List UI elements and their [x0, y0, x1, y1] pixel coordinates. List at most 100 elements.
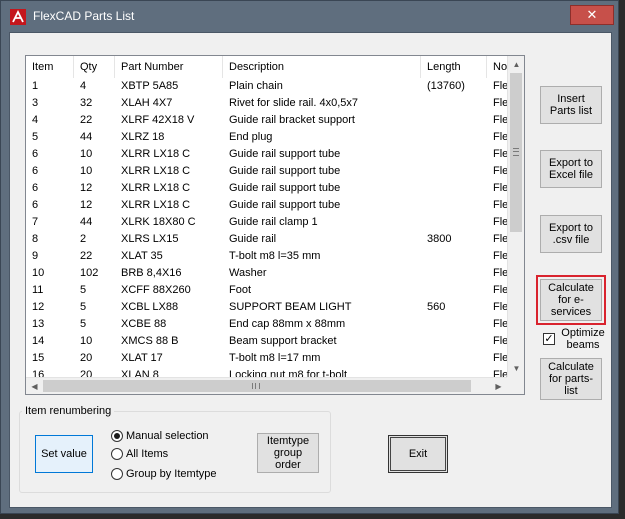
radio-all-items[interactable]: [111, 448, 123, 460]
table-row[interactable]: 14 10 XMCS 88 B Beam support bracket Fle: [26, 333, 507, 350]
table-row[interactable]: 11 5 XCFF 88X260 Foot Fle: [26, 282, 507, 299]
cell-part-number: XLRK 18X80 C: [121, 216, 196, 228]
table-row[interactable]: 4 22 XLRF 42X18 V Guide rail bracket suppor…: [26, 112, 507, 129]
table-row[interactable]: 7 44 XLRK 18X80 C Guide rail clamp 1 Fle: [26, 214, 507, 231]
column-header-description[interactable]: Description: [223, 56, 421, 78]
table-row[interactable]: 10 102 BRB 8,4X16 Washer Fle: [26, 265, 507, 282]
scroll-down-icon[interactable]: ▼: [508, 360, 524, 377]
cell-no: Fle: [493, 148, 507, 160]
list-header: Item Qty Part Number Description Length …: [26, 56, 507, 78]
cell-part-number: XCBL LX88: [121, 301, 179, 313]
optimize-beams-label: Optimize beams: [561, 327, 605, 351]
insert-parts-list-button[interactable]: Insert Parts list: [540, 86, 602, 124]
table-row[interactable]: 13 5 XCBE 88 End cap 88mm x 88mm Fle: [26, 316, 507, 333]
horizontal-scrollbar[interactable]: ◀ ▶: [26, 377, 507, 394]
scroll-up-icon[interactable]: ▲: [508, 56, 524, 73]
window-title: FlexCAD Parts List: [33, 9, 135, 23]
cell-no: Fle: [493, 250, 507, 262]
table-row[interactable]: 6 10 XLRR LX18 C Guide rail support tube Fle: [26, 163, 507, 180]
title-bar[interactable]: FlexCAD Parts List ✕: [1, 1, 618, 31]
column-header-part-number[interactable]: Part Number: [115, 56, 223, 78]
cell-length: [421, 350, 487, 367]
table-row[interactable]: 15 20 XLAT 17 T-bolt m8 l=17 mm Fle: [26, 350, 507, 367]
cell-part-number: XLRR LX18 C: [121, 148, 191, 160]
itemtype-group-order-button[interactable]: Itemtype group order: [257, 433, 319, 473]
vertical-scrollbar[interactable]: ▲ ▼: [507, 56, 524, 377]
cell-qty: 2: [80, 233, 87, 245]
exit-button[interactable]: Exit: [388, 435, 448, 473]
table-row[interactable]: 9 22 XLAT 35 T-bolt m8 l=35 mm Fle: [26, 248, 507, 265]
optimize-beams-checkbox[interactable]: ✓: [543, 333, 555, 345]
table-row[interactable]: 8 2 XLRS LX15 Guide rail 3800 Fle: [26, 231, 507, 248]
table-row[interactable]: 6 12 XLRR LX18 C Guide rail support tube Fle: [26, 180, 507, 197]
list-body: 1 4 XBTP 5A85 Plain chain (13760) Fle 3 32 XLAH …: [26, 78, 507, 378]
table-row[interactable]: 5 44 XLRZ 18 End plug Fle: [26, 129, 507, 146]
horizontal-scroll-thumb[interactable]: [43, 380, 471, 392]
cell-no: Fle: [493, 233, 507, 245]
cell-item: 6: [32, 148, 39, 160]
column-header-item[interactable]: Item: [26, 56, 74, 78]
cell-qty: 5: [80, 284, 87, 296]
cell-part-number: XLRF 42X18 V: [121, 114, 195, 126]
cell-no: Fle: [493, 131, 507, 143]
cell-part-number: XLAT 35: [121, 250, 163, 262]
cell-description: Guide rail: [229, 233, 277, 245]
table-row[interactable]: 6 12 XLRR LX18 C Guide rail support tube Fle: [26, 197, 507, 214]
cell-description: Guide rail clamp 1: [229, 216, 318, 228]
table-row[interactable]: 1 4 XBTP 5A85 Plain chain (13760) Fle: [26, 78, 507, 95]
calculate-eservices-button[interactable]: Calculate for e-services: [540, 279, 602, 321]
cell-qty: 10: [80, 335, 93, 347]
cell-qty: 5: [80, 318, 87, 330]
cell-no: Fle: [493, 216, 507, 228]
cell-length: 3800: [427, 233, 452, 245]
cell-no: Fle: [493, 199, 507, 211]
cell-item: 15: [32, 352, 45, 364]
table-row[interactable]: 12 5 XCBL LX88 SUPPORT BEAM LIGHT 560 Fle: [26, 299, 507, 316]
cell-part-number: XLRS LX15: [121, 233, 179, 245]
set-value-button[interactable]: Set value: [35, 435, 93, 473]
cell-description: End cap 88mm x 88mm: [229, 318, 346, 330]
parts-list-view[interactable]: Item Qty Part Number Description Length …: [25, 55, 525, 395]
cell-part-number: XLRZ 18: [121, 131, 165, 143]
export-excel-button[interactable]: Export to Excel file: [540, 150, 602, 188]
scroll-right-icon[interactable]: ▶: [490, 378, 507, 394]
cell-no: Fle: [493, 114, 507, 126]
check-icon: ✓: [544, 333, 554, 345]
cell-length: [421, 248, 487, 265]
cell-length: 560: [427, 301, 446, 313]
cell-part-number: XMCS 88 B: [121, 335, 179, 347]
cell-part-number: XLRR LX18 C: [121, 182, 191, 194]
cell-length: (13760): [427, 80, 465, 92]
cell-qty: 10: [80, 148, 93, 160]
cell-qty: 4: [80, 80, 87, 92]
cell-item: 10: [32, 267, 45, 279]
cell-item: 11: [32, 284, 44, 296]
vertical-scroll-thumb[interactable]: [510, 73, 522, 232]
cell-item: 6: [32, 165, 39, 177]
close-button[interactable]: ✕: [570, 5, 614, 25]
column-header-no[interactable]: No: [487, 56, 507, 78]
calculate-parts-list-button[interactable]: Calculate for parts-list: [540, 358, 602, 400]
table-row[interactable]: 6 10 XLRR LX18 C Guide rail support tube Fle: [26, 146, 507, 163]
cell-item: 7: [32, 216, 39, 228]
cell-part-number: BRB 8,4X16: [121, 267, 182, 279]
cell-description: End plug: [229, 131, 273, 143]
cell-qty: 102: [80, 267, 99, 279]
cell-length: [421, 333, 487, 350]
scroll-left-icon[interactable]: ◀: [26, 378, 43, 394]
export-csv-button[interactable]: Export to .csv file: [540, 215, 602, 253]
column-header-qty[interactable]: Qty: [74, 56, 115, 78]
cell-length: [421, 197, 487, 214]
table-row[interactable]: 3 32 XLAH 4X7 Rivet for slide rail. 4x0,5x7…: [26, 95, 507, 112]
cell-item: 13: [32, 318, 45, 330]
cell-description: SUPPORT BEAM LIGHT: [229, 301, 352, 313]
cell-description: Guide rail support tube: [229, 182, 341, 194]
app-window: FlexCAD Parts List ✕ Item Qty Part Numbe…: [0, 0, 619, 514]
cell-length: [421, 129, 487, 146]
cell-length: [421, 180, 487, 197]
column-header-length[interactable]: Length: [421, 56, 487, 78]
cell-item: 6: [32, 182, 39, 194]
radio-group-by-itemtype[interactable]: [111, 468, 123, 480]
cell-length: [421, 163, 487, 180]
radio-manual-selection[interactable]: [111, 430, 123, 442]
